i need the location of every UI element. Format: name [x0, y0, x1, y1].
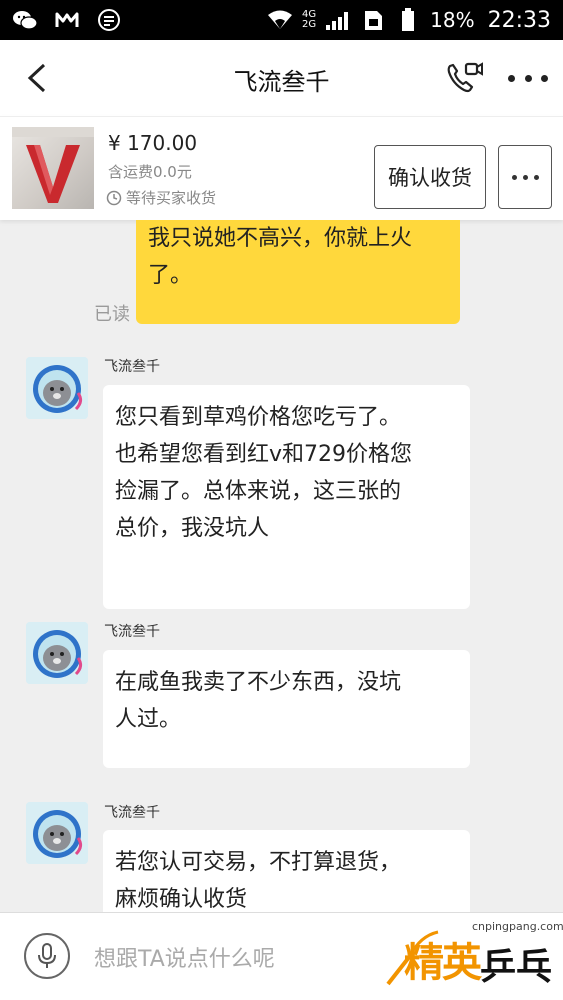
network-type: 4G 2G [302, 10, 316, 30]
message-line: 我只说她不高兴，你就上火 [148, 226, 413, 251]
message-bubble-incoming[interactable]: 若您认可交易，不打算退货， 麻烦确认收货 [103, 830, 470, 912]
microphone-icon [38, 943, 56, 968]
message-line: 人过。 [115, 707, 182, 732]
product-thumbnail[interactable] [12, 127, 94, 209]
sender-name: 飞流叁千 [104, 624, 160, 640]
wechat-icon [12, 9, 38, 31]
chat-header: 飞流叁千 [0, 40, 563, 116]
message-line: 麻烦确认收货 [115, 887, 248, 912]
chevron-left-icon [27, 63, 46, 93]
clock: 22:33 [487, 7, 551, 33]
message-line: 捡漏了。总体来说，这三张的 [115, 479, 402, 504]
message-line: 总价，我没坑人 [115, 516, 270, 541]
wifi-icon [267, 9, 293, 31]
signal-icon [325, 9, 351, 31]
seal-avatar-icon [26, 802, 88, 864]
app-m-icon [54, 9, 80, 31]
phone-video-icon [447, 62, 483, 93]
more-options-button[interactable] [508, 66, 548, 90]
sim-icon [360, 9, 386, 31]
seal-avatar-icon [26, 622, 88, 684]
dot-icon [508, 74, 515, 82]
voice-input-button[interactable] [24, 933, 70, 979]
message-line: 您只看到草鸡价格您吃亏了。 [115, 405, 402, 430]
seal-avatar-icon [26, 357, 88, 419]
product-price: ¥ 170.00 [108, 131, 198, 155]
dot-icon [511, 174, 517, 180]
product-card[interactable]: ¥ 170.00 含运费0.0元 等待买家收货 确认收货 [0, 116, 563, 220]
input-bar: 想跟TA说点什么呢 [0, 912, 563, 1000]
battery-icon [395, 8, 421, 31]
read-receipt: 已读 [94, 304, 130, 325]
message-line: 若您认可交易，不打算退货， [115, 850, 402, 875]
confirm-receipt-button[interactable]: 确认收货 [374, 145, 486, 209]
message-list[interactable]: 我只说她不高兴，你就上火 了。 已读 飞流叁千 您只看到草鸡价格您吃亏了。 也希… [0, 220, 563, 912]
shipping-fee: 含运费0.0元 [108, 163, 192, 181]
message-line: 也希望您看到红v和729价格您 [115, 442, 413, 467]
avatar[interactable] [26, 622, 88, 684]
status-bar: 4G 2G 18% 22:33 [0, 0, 563, 40]
dot-icon [524, 74, 532, 82]
avatar[interactable] [26, 802, 88, 864]
sender-name: 飞流叁千 [104, 805, 160, 821]
dot-icon [522, 174, 528, 180]
product-more-button[interactable] [498, 145, 552, 209]
battery-level: 18% [430, 8, 475, 32]
order-status-label: 等待买家收货 [126, 189, 217, 207]
message-bubble-outgoing[interactable]: 我只说她不高兴，你就上火 了。 [136, 220, 460, 324]
order-status: 等待买家收货 [106, 187, 216, 208]
message-bubble-incoming[interactable]: 您只看到草鸡价格您吃亏了。 也希望您看到红v和729价格您 捡漏了。总体来说，这… [103, 385, 470, 609]
message-bubble-incoming[interactable]: 在咸鱼我卖了不少东西，没坑 人过。 [103, 650, 470, 768]
dot-icon [541, 74, 548, 82]
dot-icon [533, 174, 539, 180]
clock-icon [106, 190, 122, 205]
message-input[interactable]: 想跟TA说点什么呢 [94, 941, 275, 973]
network-bottom-label: 2G [302, 19, 317, 30]
sender-name: 飞流叁千 [104, 359, 160, 375]
avatar[interactable] [26, 357, 88, 419]
message-line: 在咸鱼我卖了不少东西，没坑 [115, 670, 402, 695]
product-image [12, 127, 94, 203]
back-button[interactable] [24, 62, 54, 94]
call-button[interactable] [444, 60, 484, 96]
message-line: 了。 [148, 263, 193, 288]
message-icon [96, 9, 122, 31]
